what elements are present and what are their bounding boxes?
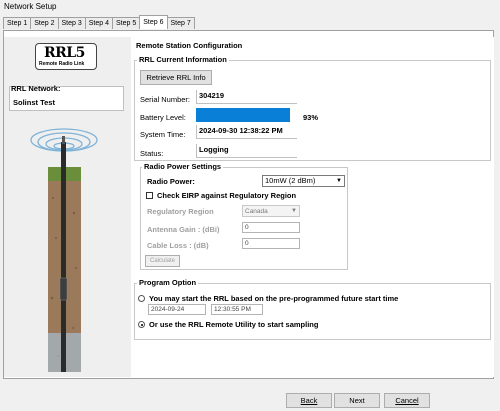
battery-bar-track: [196, 108, 297, 122]
cable-loss-input[interactable]: 0: [242, 238, 300, 249]
calculate-button[interactable]: Calculate: [145, 255, 180, 267]
antenna-gain-label: Antenna Gain : (dBi): [147, 225, 220, 234]
battery-bar-fill: [196, 108, 290, 122]
rrl-info-title: RRL Current Information: [137, 55, 229, 64]
region-value: Canada: [245, 208, 268, 215]
remote-utility-label: Or use the RRL Remote Utility to start s…: [149, 320, 319, 329]
system-time-value: 2024-09-30 12:38:22 PM: [196, 125, 297, 139]
program-option-title: Program Option: [137, 278, 199, 287]
section-title: Remote Station Configuration: [136, 41, 243, 50]
rrl-logo: RRL5 Remote Radio Link: [35, 43, 97, 70]
network-value: Solinst Test: [13, 98, 55, 107]
start-time-input[interactable]: 12:30:55 PM: [211, 304, 263, 315]
radio-power-title: Radio Power Settings: [142, 162, 224, 171]
system-time-label: System Time:: [140, 130, 186, 139]
antenna-gain-input[interactable]: 0: [242, 222, 300, 233]
chevron-down-icon: ▼: [291, 208, 297, 214]
window-title: Network Setup: [4, 2, 57, 11]
serial-value: 304219: [196, 90, 297, 104]
remote-utility-radio[interactable]: [138, 321, 145, 328]
back-label: Back: [300, 396, 318, 405]
status-value: Logging: [196, 144, 297, 158]
tab-step-4[interactable]: Step 4: [84, 17, 113, 29]
start-preprogrammed-label: You may start the RRL based on the pre-p…: [149, 294, 399, 303]
tab-step-6[interactable]: Step 6: [139, 15, 168, 29]
radio-power-value: 10mW (2 dBm): [265, 176, 316, 185]
next-button[interactable]: Next: [334, 393, 380, 408]
status-label: Status:: [140, 149, 164, 158]
logo-subtitle: Remote Radio Link: [39, 61, 85, 67]
start-date-input[interactable]: 2024-09-24: [148, 304, 206, 315]
cancel-button[interactable]: Cancel: [384, 393, 430, 408]
network-label: RRL Network:: [11, 84, 61, 93]
chevron-down-icon: ▼: [336, 178, 342, 184]
region-select[interactable]: Canada ▼: [242, 205, 300, 217]
logger-probe: [59, 277, 68, 301]
serial-label: Serial Number:: [140, 95, 191, 104]
radio-power-label: Radio Power:: [147, 177, 195, 186]
start-preprogrammed-radio[interactable]: [138, 295, 145, 302]
rrl-device-illustration: [30, 128, 98, 372]
tab-step-7[interactable]: Step 7: [166, 17, 195, 29]
radio-power-select[interactable]: 10mW (2 dBm) ▼: [262, 175, 345, 187]
cable-loss-label: Cable Loss : (dB): [147, 241, 209, 250]
battery-label: Battery Level:: [140, 113, 186, 122]
title-bar: Network Setup: [0, 0, 500, 14]
retrieve-rrl-info-button[interactable]: Retrieve RRL Info: [140, 70, 212, 85]
step-tabs: Step 1 Step 2 Step 3 Step 4 Step 5 Step …: [3, 15, 195, 30]
logo-title: RRL5: [44, 45, 85, 61]
eirp-label: Check EIRP against Regulatory Region: [157, 191, 297, 200]
well-pipe: [61, 142, 66, 372]
tab-step-3[interactable]: Step 3: [57, 17, 86, 29]
next-label: Next: [349, 396, 365, 405]
cancel-label: Cancel: [395, 396, 419, 405]
region-label: Regulatory Region: [147, 207, 214, 216]
tab-step-5[interactable]: Step 5: [112, 17, 141, 29]
back-button[interactable]: Back: [286, 393, 332, 408]
tab-step-2[interactable]: Step 2: [30, 17, 59, 29]
eirp-checkbox[interactable]: [146, 192, 153, 199]
tab-step-1[interactable]: Step 1: [3, 17, 32, 29]
battery-percent: 93%: [303, 113, 319, 122]
